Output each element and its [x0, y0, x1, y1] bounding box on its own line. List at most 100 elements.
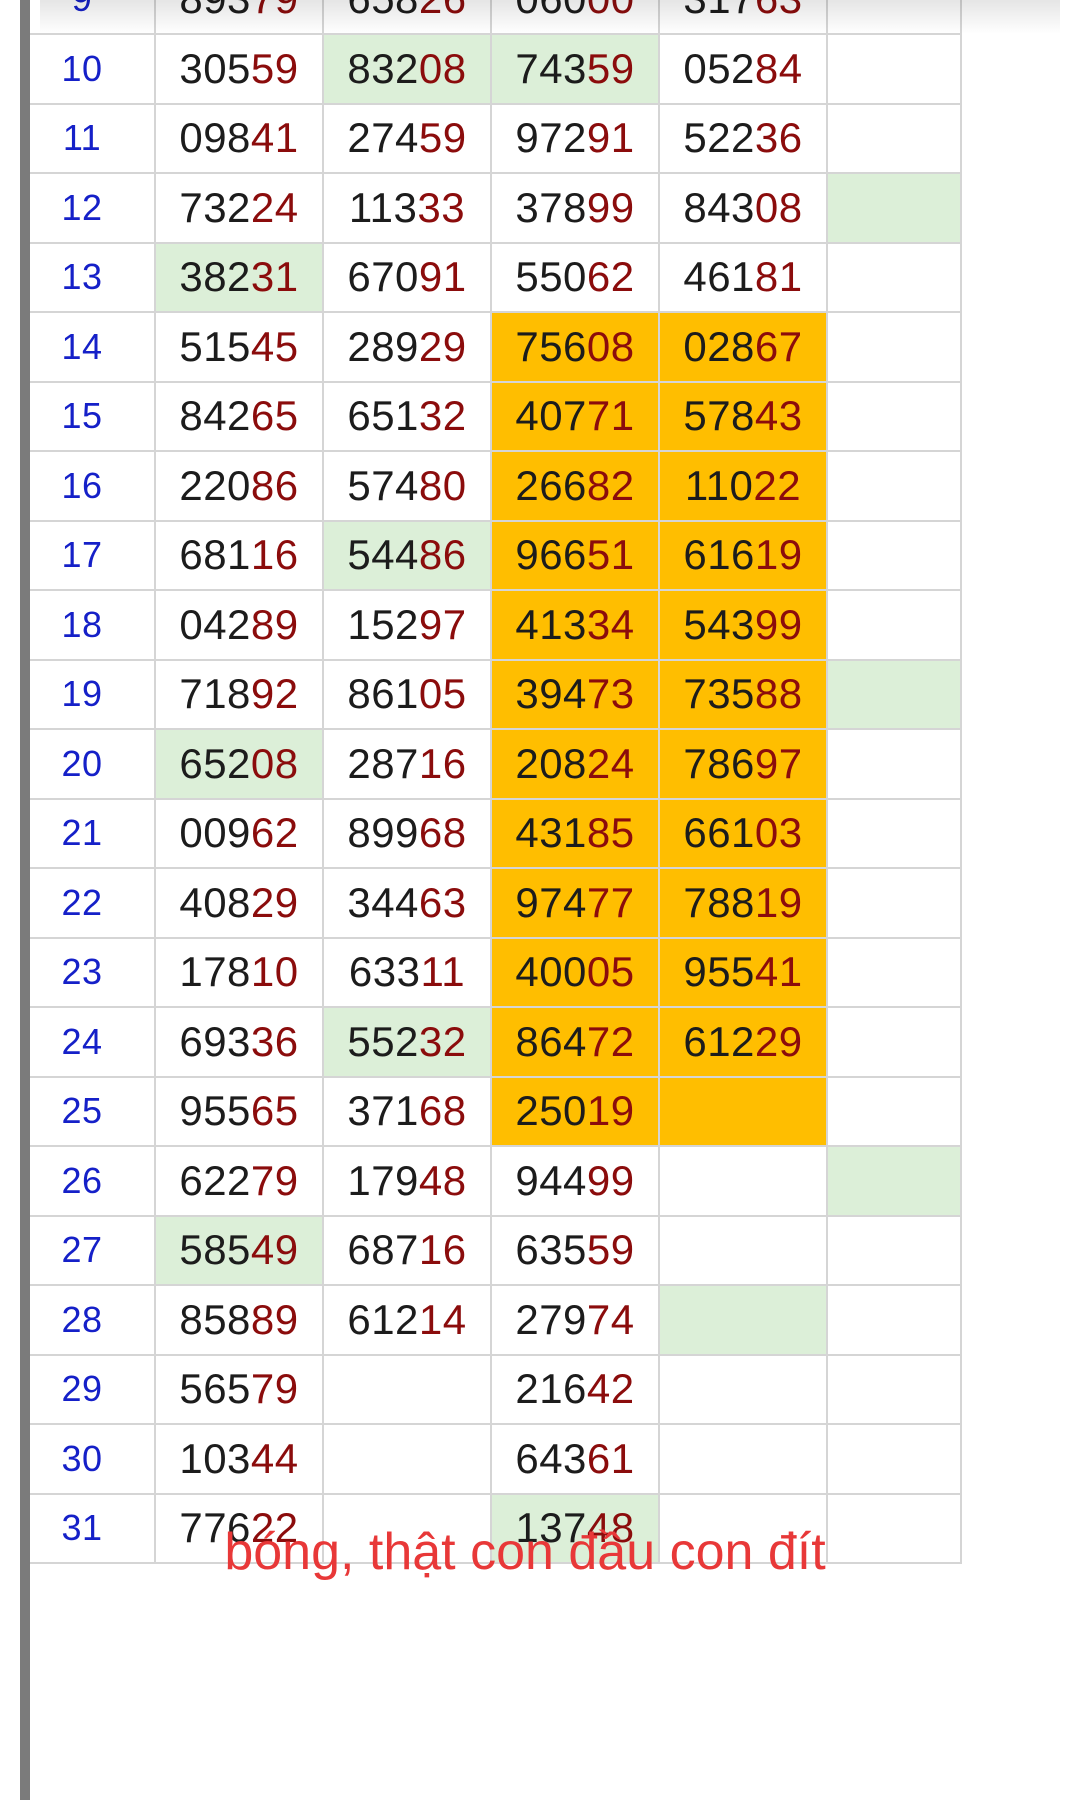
- table-cell[interactable]: 550 62: [492, 243, 660, 313]
- table-cell[interactable]: 009 62: [156, 799, 324, 869]
- table-cell[interactable]: 861 05: [324, 660, 492, 730]
- row-number[interactable]: 25: [30, 1077, 156, 1147]
- table-cell[interactable]: 413 34: [492, 591, 660, 661]
- table-cell[interactable]: 220 86: [156, 452, 324, 522]
- table-cell[interactable]: 842 65: [156, 382, 324, 452]
- table-cell[interactable]: 461 81: [660, 243, 828, 313]
- table-cell[interactable]: 371 68: [324, 1077, 492, 1147]
- row-number[interactable]: 27: [30, 1216, 156, 1286]
- table-cell[interactable]: 635 59: [492, 1216, 660, 1286]
- row-number[interactable]: 24: [30, 1008, 156, 1078]
- table-cell[interactable]: 279 74: [492, 1286, 660, 1356]
- table-cell[interactable]: 718 92: [156, 660, 324, 730]
- table-cell[interactable]: 137 48: [492, 1494, 660, 1564]
- row-number[interactable]: 31: [30, 1494, 156, 1564]
- table-cell[interactable]: 31763: [660, 0, 828, 35]
- table-cell[interactable]: 776 22: [156, 1494, 324, 1564]
- table-cell[interactable]: [828, 382, 962, 452]
- table-cell[interactable]: 966 51: [492, 521, 660, 591]
- table-cell[interactable]: 400 05: [492, 938, 660, 1008]
- table-cell[interactable]: [828, 591, 962, 661]
- table-cell[interactable]: 543 99: [660, 591, 828, 661]
- table-cell[interactable]: 052 84: [660, 35, 828, 105]
- table-cell[interactable]: 098 41: [156, 104, 324, 174]
- row-number[interactable]: 14: [30, 313, 156, 383]
- table-cell[interactable]: 616 19: [660, 521, 828, 591]
- table-cell[interactable]: 864 72: [492, 1008, 660, 1078]
- table-cell[interactable]: 974 77: [492, 869, 660, 939]
- table-cell[interactable]: [828, 452, 962, 522]
- row-number[interactable]: 21: [30, 799, 156, 869]
- table-cell[interactable]: [660, 1355, 828, 1425]
- row-number[interactable]: 23: [30, 938, 156, 1008]
- table-cell[interactable]: 152 97: [324, 591, 492, 661]
- table-cell[interactable]: [828, 521, 962, 591]
- table-cell[interactable]: 042 89: [156, 591, 324, 661]
- table-cell[interactable]: [828, 1286, 962, 1356]
- table-cell[interactable]: [324, 1425, 492, 1495]
- table-cell[interactable]: 735 88: [660, 660, 828, 730]
- table-cell[interactable]: [828, 869, 962, 939]
- table-cell[interactable]: 289 29: [324, 313, 492, 383]
- table-cell[interactable]: 732 24: [156, 174, 324, 244]
- table-cell[interactable]: 110 22: [660, 452, 828, 522]
- row-number[interactable]: 12: [30, 174, 156, 244]
- table-cell[interactable]: 266 82: [492, 452, 660, 522]
- row-number[interactable]: 26: [30, 1147, 156, 1217]
- table-cell[interactable]: 552 32: [324, 1008, 492, 1078]
- row-number[interactable]: 17: [30, 521, 156, 591]
- row-number[interactable]: 16: [30, 452, 156, 522]
- table-cell[interactable]: [828, 1494, 962, 1564]
- table-cell[interactable]: 843 08: [660, 174, 828, 244]
- row-number[interactable]: 15: [30, 382, 156, 452]
- table-cell[interactable]: 028 67: [660, 313, 828, 383]
- table-cell[interactable]: 788 19: [660, 869, 828, 939]
- table-cell[interactable]: 612 29: [660, 1008, 828, 1078]
- table-cell[interactable]: [828, 35, 962, 105]
- table-cell[interactable]: 287 16: [324, 730, 492, 800]
- table-cell[interactable]: 944 99: [492, 1147, 660, 1217]
- table-cell[interactable]: 408 29: [156, 869, 324, 939]
- table-cell[interactable]: 382 31: [156, 243, 324, 313]
- table-cell[interactable]: [660, 1425, 828, 1495]
- table-cell[interactable]: 113 33: [324, 174, 492, 244]
- table-cell[interactable]: [828, 730, 962, 800]
- table-cell[interactable]: [828, 243, 962, 313]
- row-number[interactable]: 18: [30, 591, 156, 661]
- table-cell[interactable]: 103 44: [156, 1425, 324, 1495]
- row-number[interactable]: 10: [30, 35, 156, 105]
- table-cell[interactable]: 65826: [324, 0, 492, 35]
- table-cell[interactable]: 633 11: [324, 938, 492, 1008]
- table-cell[interactable]: [828, 1008, 962, 1078]
- row-number[interactable]: 13: [30, 243, 156, 313]
- row-number[interactable]: 9: [30, 0, 156, 35]
- table-cell[interactable]: 972 91: [492, 104, 660, 174]
- table-cell[interactable]: 407 71: [492, 382, 660, 452]
- table-cell[interactable]: 756 08: [492, 313, 660, 383]
- table-cell[interactable]: 622 79: [156, 1147, 324, 1217]
- left-scroll-bar[interactable]: [20, 0, 30, 1800]
- table-cell[interactable]: [828, 0, 962, 35]
- table-cell[interactable]: [828, 660, 962, 730]
- table-cell[interactable]: [828, 799, 962, 869]
- table-cell[interactable]: 89379: [156, 0, 324, 35]
- table-cell[interactable]: 378 99: [492, 174, 660, 244]
- table-cell[interactable]: 661 03: [660, 799, 828, 869]
- table-cell[interactable]: [828, 1355, 962, 1425]
- table-cell[interactable]: [660, 1147, 828, 1217]
- table-cell[interactable]: 565 79: [156, 1355, 324, 1425]
- table-cell[interactable]: 858 89: [156, 1286, 324, 1356]
- table-cell[interactable]: [660, 1216, 828, 1286]
- table-cell[interactable]: 274 59: [324, 104, 492, 174]
- table-cell[interactable]: 305 59: [156, 35, 324, 105]
- table-cell[interactable]: 578 43: [660, 382, 828, 452]
- table-cell[interactable]: 216 42: [492, 1355, 660, 1425]
- row-number[interactable]: 19: [30, 660, 156, 730]
- row-number[interactable]: 30: [30, 1425, 156, 1495]
- table-cell[interactable]: 693 36: [156, 1008, 324, 1078]
- table-cell[interactable]: 544 86: [324, 521, 492, 591]
- table-cell[interactable]: 899 68: [324, 799, 492, 869]
- table-cell[interactable]: [828, 313, 962, 383]
- row-number[interactable]: 28: [30, 1286, 156, 1356]
- table-cell[interactable]: 681 16: [156, 521, 324, 591]
